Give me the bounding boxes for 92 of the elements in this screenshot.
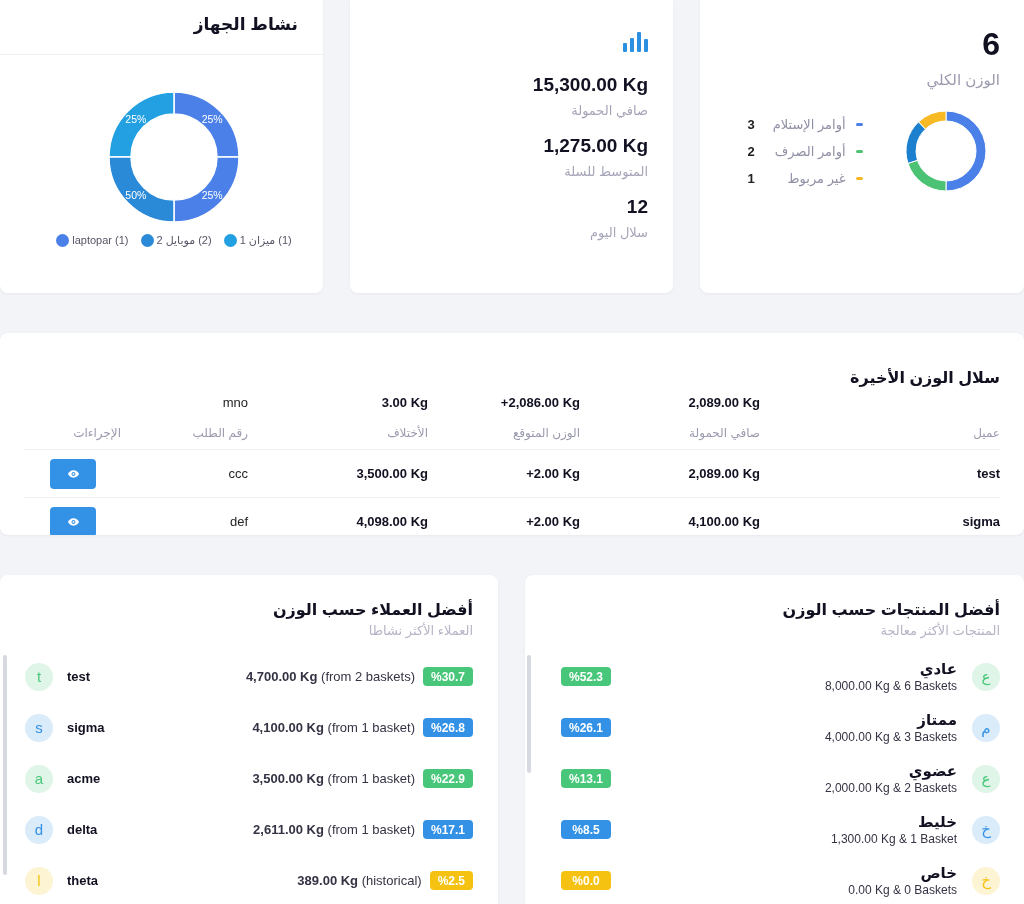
customer-name: theta xyxy=(67,871,99,890)
customer-weight: 389.00 Kg (historical) xyxy=(297,871,422,890)
stat-value: 12 xyxy=(626,195,648,219)
legend-label: أوامر الإستلام xyxy=(772,115,846,135)
product-detail: 1,300.00 Kg & 1 Basket xyxy=(830,830,957,847)
customer-weight: 2,611.00 Kg (from 1 basket) xyxy=(253,820,415,839)
table-cell-text: 2,089.00 Kg xyxy=(687,394,760,413)
table-cell-text: sigma xyxy=(961,512,1000,531)
view-button[interactable] xyxy=(50,458,96,489)
customer-name: acme xyxy=(67,769,101,788)
column-header: رقم الطلب xyxy=(191,425,248,442)
initial-avatar: خ xyxy=(972,815,1000,844)
initial-avatar: t xyxy=(25,662,53,691)
stat-label: المتوسط للسلة xyxy=(564,163,648,181)
table-cell-text: 3,500.00 Kg xyxy=(355,464,428,483)
table-cell-text: test xyxy=(975,464,1000,483)
eye-icon xyxy=(67,517,79,526)
table-cell-text: ccc xyxy=(227,464,248,483)
column-header: صافي الحمولة xyxy=(688,425,760,442)
card-title: سلال الوزن الأخيرة xyxy=(849,367,1000,389)
product-detail: 2,000.00 Kg & 2 Baskets xyxy=(824,780,957,796)
percent-badge: %0.0 xyxy=(561,871,611,890)
table-cell-text: 3.00 Kg xyxy=(380,394,428,413)
percent-badge: %13.1 xyxy=(561,769,611,788)
scrollbar-thumb[interactable] xyxy=(3,655,7,875)
column-header: الإجراءات xyxy=(72,425,121,442)
slice-label: 25% xyxy=(201,112,223,125)
view-button[interactable] xyxy=(50,506,96,535)
percent-badge: %52.3 xyxy=(561,667,611,686)
legend-label: غير مربوط xyxy=(786,169,846,189)
initial-avatar: ع xyxy=(972,764,1000,793)
initial-avatar: l xyxy=(25,866,53,895)
product-detail: 0.00 Kg & 0 Baskets xyxy=(848,882,957,898)
legend-count: 2 xyxy=(747,142,756,161)
slice-label: 25% xyxy=(201,189,223,202)
column-header: عميل xyxy=(972,425,1000,442)
initial-avatar: ع xyxy=(972,662,1000,691)
stat-label: صافي الحمولة xyxy=(571,102,648,120)
table-cell-text: +2.00 Kg xyxy=(525,512,580,531)
table-cell-text: +2.00 Kg xyxy=(525,464,580,483)
percent-badge: %17.1 xyxy=(422,820,473,839)
column-header: الوزن المتوقع xyxy=(512,425,580,442)
card-title: نشاط الجهاز xyxy=(193,13,298,36)
initial-avatar: s xyxy=(25,713,53,742)
bar-chart-icon xyxy=(623,32,648,52)
eye-icon xyxy=(67,469,79,478)
slice-label: 25% xyxy=(125,112,147,125)
table-cell-text: 4,098.00 Kg xyxy=(355,512,428,531)
percent-badge: %26.1 xyxy=(561,718,611,737)
product-detail: 8,000.00 Kg & 6 Baskets xyxy=(824,678,957,694)
table-cell-text: +2,086.00 Kg xyxy=(499,394,580,413)
legend-label: أوامر الصرف xyxy=(773,142,846,162)
product-name: خليط xyxy=(917,812,957,831)
initial-avatar: م xyxy=(972,713,1000,742)
table-cell-text: def xyxy=(228,512,248,531)
product-detail: 4,000.00 Kg & 3 Baskets xyxy=(824,729,957,745)
product-name: عادي xyxy=(919,659,957,678)
initial-avatar: a xyxy=(25,764,53,793)
card-subtitle: العملاء الأكثر نشاطا xyxy=(367,621,473,641)
percent-badge: %26.8 xyxy=(422,718,473,737)
card-title: أفضل العملاء حسب الوزن xyxy=(271,599,473,621)
stat-value: 15,300.00 Kg xyxy=(532,73,648,97)
customer-weight: 4,700.00 Kg (from 2 baskets) xyxy=(245,667,415,686)
product-name: خاص xyxy=(920,863,957,882)
table-cell-text: 4,100.00 Kg xyxy=(687,512,760,531)
legend-count: 3 xyxy=(747,115,756,134)
total-count: 6 xyxy=(982,25,1000,64)
customer-name: delta xyxy=(67,820,98,839)
total-weight-label: الوزن الكلي xyxy=(926,70,1000,90)
card-subtitle: المنتجات الأكثر معالجة xyxy=(879,621,1000,641)
stat-label: سلال اليوم xyxy=(590,224,648,242)
percent-badge: %22.9 xyxy=(422,769,473,788)
initial-avatar: خ xyxy=(972,866,1000,895)
percent-badge: %30.7 xyxy=(422,667,473,686)
percent-badge: %2.5 xyxy=(429,871,473,890)
product-name: عضوي xyxy=(908,761,957,780)
customer-weight: 4,100.00 Kg (from 1 basket) xyxy=(252,718,415,737)
initial-avatar: d xyxy=(25,815,53,844)
table-cell-text: 2,089.00 Kg xyxy=(687,464,760,483)
column-header: الأختلاف xyxy=(386,424,428,442)
customer-weight: 3,500.00 Kg (from 1 basket) xyxy=(252,769,415,788)
customer-name: sigma xyxy=(67,718,105,737)
customer-name: test xyxy=(67,667,91,686)
product-name: ممتاز xyxy=(917,710,957,729)
card-title: أفضل المنتجات حسب الوزن xyxy=(781,599,1000,621)
percent-badge: %8.5 xyxy=(561,820,611,839)
legend-count: 1 xyxy=(747,169,756,188)
table-cell-text: mno xyxy=(221,394,248,413)
scrollbar-thumb[interactable] xyxy=(527,655,531,773)
slice-label: 50% xyxy=(125,189,147,202)
legend-label: laptopar (1) xyxy=(72,233,129,248)
stat-value: 1,275.00 Kg xyxy=(543,134,648,158)
